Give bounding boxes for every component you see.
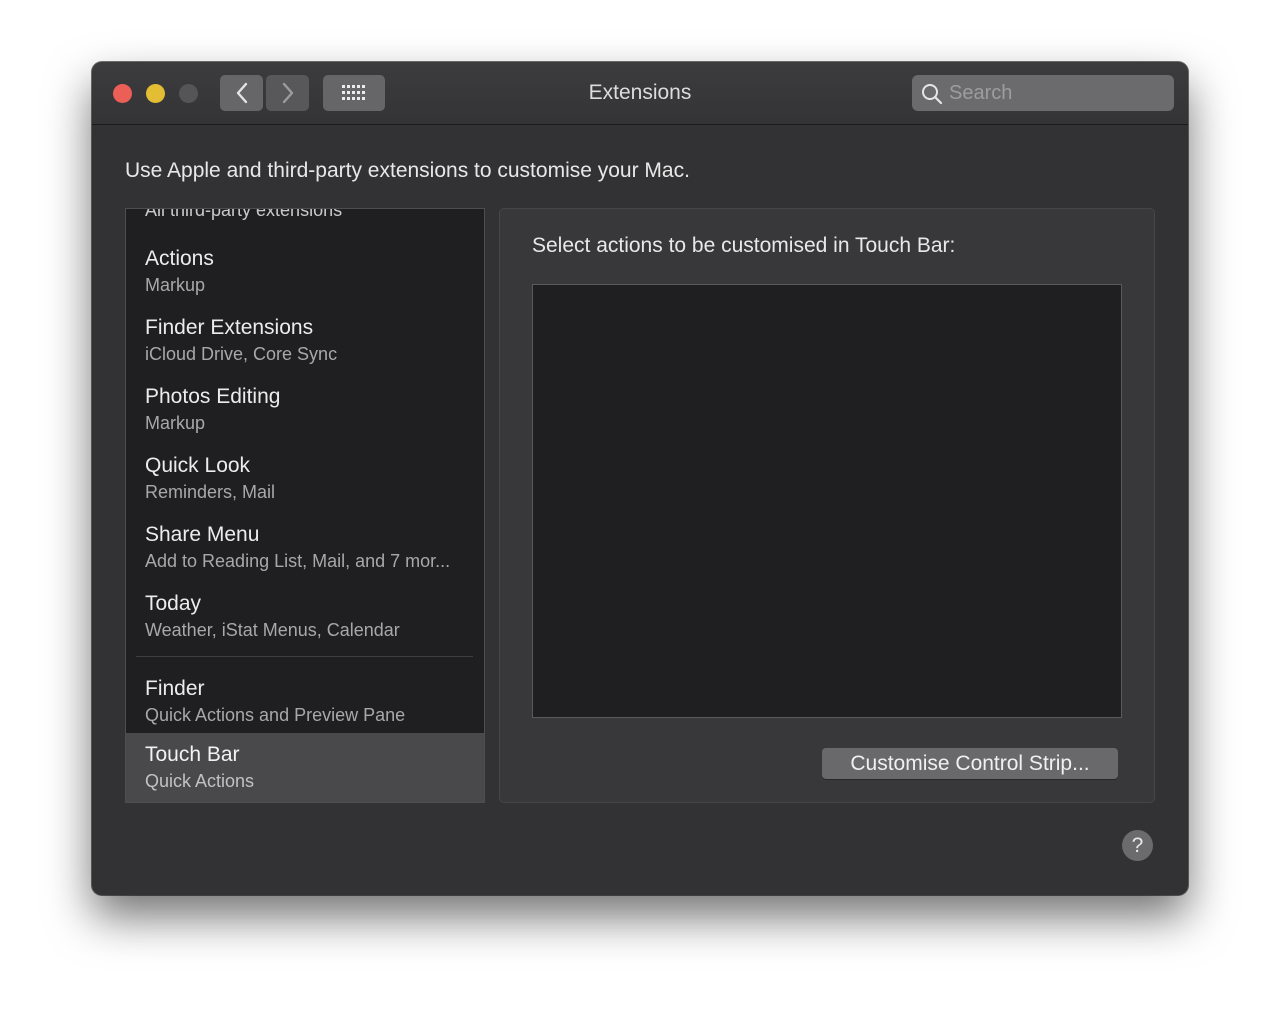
list-item-name: Touch Bar [145, 743, 240, 766]
list-item-all-third-party[interactable]: All third-party extensions [145, 209, 342, 221]
panel-heading: Select actions to be customised in Touch… [532, 234, 956, 257]
search-icon [922, 84, 943, 105]
list-item-subtitle: iCloud Drive, Core Sync [145, 344, 338, 364]
list-item-subtitle: Markup [145, 275, 206, 295]
search-field[interactable] [912, 75, 1174, 111]
list-item-subtitle: Markup [145, 413, 206, 433]
list-item-finder[interactable]: Finder Quick Actions and Preview Pane [126, 667, 484, 736]
extensions-list[interactable]: All third-party extensions Actions Marku… [125, 208, 485, 803]
list-item-photos-editing[interactable]: Photos Editing Markup [126, 375, 484, 444]
list-item-today[interactable]: Today Weather, iStat Menus, Calendar [126, 582, 484, 651]
list-item-subtitle: Reminders, Mail [145, 482, 276, 502]
help-button[interactable]: ? [1122, 830, 1153, 861]
touch-bar-actions-list[interactable] [532, 284, 1122, 718]
list-item-subtitle: Quick Actions [145, 771, 255, 791]
detail-panel: Select actions to be customised in Touch… [499, 208, 1155, 803]
list-item-touch-bar[interactable]: Touch Bar Quick Actions [126, 733, 484, 802]
list-item-name: Finder Extensions [145, 316, 314, 339]
list-item-subtitle: Quick Actions and Preview Pane [145, 705, 406, 725]
list-item-name: Today [145, 592, 202, 615]
list-divider [136, 656, 473, 657]
list-item-name: Quick Look [145, 454, 251, 477]
customise-control-strip-button[interactable]: Customise Control Strip... [822, 748, 1118, 779]
list-item-subtitle: Weather, iStat Menus, Calendar [145, 620, 400, 640]
list-item-share-menu[interactable]: Share Menu Add to Reading List, Mail, an… [126, 513, 484, 582]
list-item-name: Actions [145, 247, 214, 270]
list-item-name: Finder [145, 677, 205, 700]
list-item-quick-look[interactable]: Quick Look Reminders, Mail [126, 444, 484, 513]
extensions-window: Extensions Use Apple and third-party ext… [92, 62, 1188, 895]
list-item-finder-extensions[interactable]: Finder Extensions iCloud Drive, Core Syn… [126, 306, 484, 375]
list-item-subtitle: Add to Reading List, Mail, and 7 mor... [145, 551, 451, 571]
list-item-name: Share Menu [145, 523, 260, 546]
pane-description: Use Apple and third-party extensions to … [125, 159, 690, 182]
title-bar: Extensions [92, 62, 1188, 125]
search-input[interactable] [949, 75, 1164, 111]
list-item-name: Photos Editing [145, 385, 281, 408]
list-item-actions[interactable]: Actions Markup [126, 237, 484, 306]
